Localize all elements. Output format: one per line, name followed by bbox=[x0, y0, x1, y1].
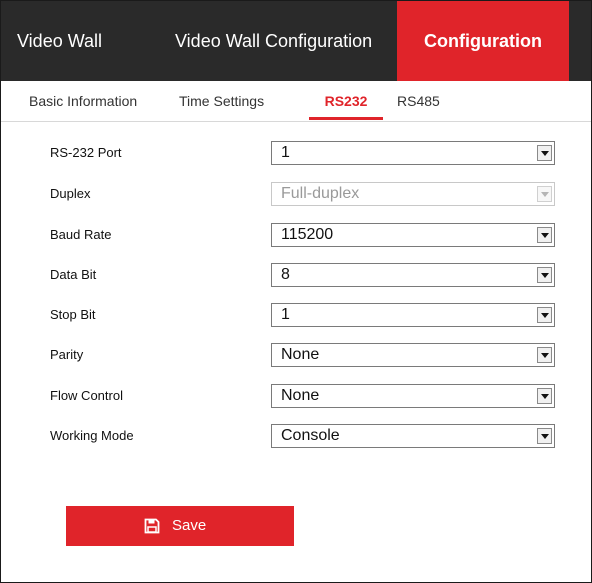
tab-basic-information[interactable]: Basic Information bbox=[29, 91, 137, 111]
tab-time-settings[interactable]: Time Settings bbox=[179, 91, 264, 111]
select-stop-bit[interactable]: 1 bbox=[271, 303, 555, 327]
tab-rs485[interactable]: RS485 bbox=[397, 91, 440, 111]
save-button[interactable]: Save bbox=[66, 506, 294, 546]
select-parity-value: None bbox=[281, 346, 320, 363]
nav-video-wall-configuration[interactable]: Video Wall Configuration bbox=[175, 1, 372, 81]
chevron-down-icon[interactable] bbox=[537, 227, 552, 243]
row-stop-bit: Stop Bit 1 bbox=[1, 303, 591, 327]
select-baud-rate[interactable]: 115200 bbox=[271, 223, 555, 247]
select-working-mode[interactable]: Console bbox=[271, 424, 555, 448]
nav-configuration[interactable]: Configuration bbox=[397, 1, 569, 81]
row-parity: Parity None bbox=[1, 343, 591, 367]
select-flow-control[interactable]: None bbox=[271, 384, 555, 408]
label-duplex: Duplex bbox=[50, 186, 91, 201]
row-working-mode: Working Mode Console bbox=[1, 424, 591, 448]
select-flow-control-value: None bbox=[281, 387, 320, 404]
save-button-label: Save bbox=[172, 517, 207, 534]
save-icon bbox=[144, 518, 160, 534]
label-baud-rate: Baud Rate bbox=[50, 227, 112, 242]
chevron-down-icon[interactable] bbox=[537, 267, 552, 283]
row-rs232-port: RS-232 Port 1 bbox=[1, 141, 591, 165]
chevron-down-icon[interactable] bbox=[537, 145, 552, 161]
select-stop-bit-value: 1 bbox=[281, 306, 290, 323]
sub-tab-bar: Basic Information Time Settings RS232 RS… bbox=[1, 81, 591, 122]
label-data-bit: Data Bit bbox=[50, 267, 97, 282]
select-working-mode-value: Console bbox=[281, 427, 340, 444]
label-parity: Parity bbox=[50, 347, 84, 362]
select-rs232-port[interactable]: 1 bbox=[271, 141, 555, 165]
row-baud-rate: Baud Rate 115200 bbox=[1, 223, 591, 247]
row-data-bit: Data Bit 8 bbox=[1, 263, 591, 287]
chevron-down-icon[interactable] bbox=[537, 428, 552, 444]
tab-rs232[interactable]: RS232 bbox=[309, 91, 383, 120]
select-baud-rate-value: 115200 bbox=[281, 226, 334, 243]
label-rs232-port: RS-232 Port bbox=[50, 145, 122, 160]
select-duplex-value: Full-duplex bbox=[281, 185, 360, 202]
label-flow-control: Flow Control bbox=[50, 388, 123, 403]
select-rs232-port-value: 1 bbox=[281, 144, 290, 161]
app-frame: Video Wall Video Wall Configuration Conf… bbox=[0, 0, 592, 583]
select-data-bit-value: 8 bbox=[281, 266, 290, 283]
chevron-down-icon[interactable] bbox=[537, 347, 552, 363]
select-data-bit[interactable]: 8 bbox=[271, 263, 555, 287]
top-navigation-bar: Video Wall Video Wall Configuration Conf… bbox=[1, 1, 591, 81]
row-flow-control: Flow Control None bbox=[1, 384, 591, 408]
label-working-mode: Working Mode bbox=[50, 428, 134, 443]
select-duplex: Full-duplex bbox=[271, 182, 555, 206]
chevron-down-icon[interactable] bbox=[537, 388, 552, 404]
row-duplex: Duplex Full-duplex bbox=[1, 182, 591, 206]
chevron-down-icon[interactable] bbox=[537, 307, 552, 323]
nav-video-wall[interactable]: Video Wall bbox=[17, 1, 102, 81]
select-parity[interactable]: None bbox=[271, 343, 555, 367]
label-stop-bit: Stop Bit bbox=[50, 307, 96, 322]
chevron-down-icon bbox=[537, 186, 552, 202]
